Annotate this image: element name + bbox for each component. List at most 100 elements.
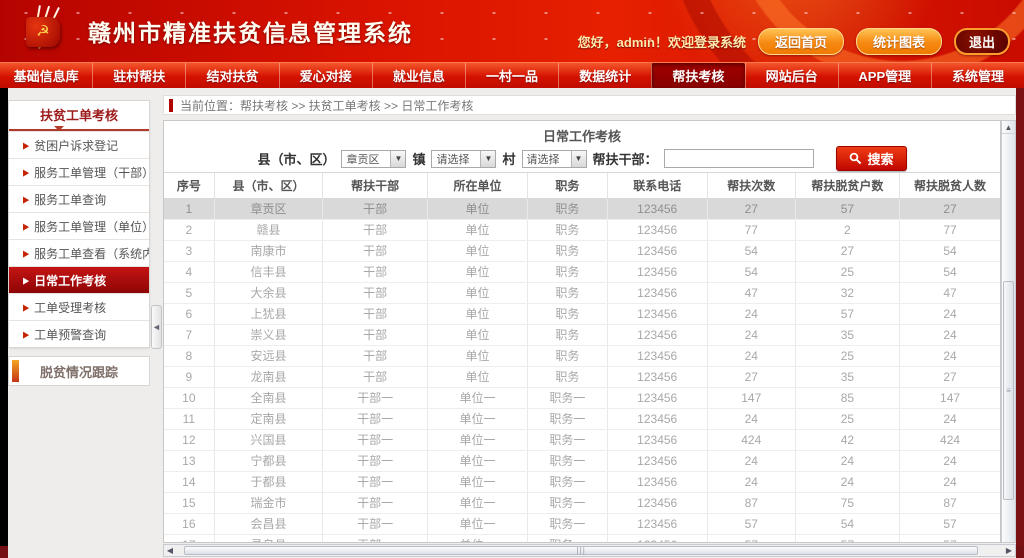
table-cell: 职务: [528, 261, 607, 282]
cadre-input[interactable]: [664, 149, 814, 168]
table-cell: 47: [707, 282, 795, 303]
table-row[interactable]: 2赣县干部单位职务12345677277: [164, 219, 1000, 240]
sidebar-item[interactable]: ▶ 贫困户诉求登记: [9, 131, 149, 158]
table-cell: 54: [795, 513, 900, 534]
table-cell: 24: [795, 471, 900, 492]
home-button[interactable]: 返回首页: [758, 28, 844, 55]
nav-tab[interactable]: 就业信息: [372, 63, 465, 88]
vertical-scrollbar[interactable]: ▲ ≡: [1001, 120, 1016, 543]
table-cell: 职务: [528, 303, 607, 324]
table-cell: 17: [164, 534, 214, 542]
nav-tab[interactable]: 网站后台: [745, 63, 838, 88]
table-row[interactable]: 4信丰县干部单位职务123456542554: [164, 261, 1000, 282]
table-cell: 干部: [323, 282, 428, 303]
table-row[interactable]: 1章贡区干部单位职务123456275727: [164, 198, 1000, 219]
nav-tab[interactable]: APP管理: [838, 63, 931, 88]
table-cell: 单位一: [427, 471, 527, 492]
table-row[interactable]: 17寻乌县干部一单位一职务一123456575757: [164, 534, 1000, 542]
triangle-bullet-icon: ▶: [23, 302, 29, 312]
table-cell: 单位一: [427, 534, 527, 542]
table-cell: 单位一: [427, 513, 527, 534]
nav-tab[interactable]: 基础信息库: [0, 63, 92, 88]
table-cell: 123456: [607, 219, 707, 240]
nav-tab-label: 就业信息: [393, 66, 445, 85]
table-cell: 54: [707, 261, 795, 282]
sidebar-section-tracking[interactable]: 脱贫情况跟踪: [8, 356, 150, 386]
table-container: 序号县（市、区）帮扶干部所在单位职务联系电话帮扶次数帮扶脱贫户数帮扶脱贫人数 1…: [164, 172, 1000, 542]
table-row[interactable]: 9龙南县干部单位职务123456273527: [164, 366, 1000, 387]
table-row[interactable]: 14于都县干部一单位一职务一123456242424: [164, 471, 1000, 492]
search-button[interactable]: 搜索: [836, 146, 907, 171]
nav-tab[interactable]: 系统管理: [931, 63, 1024, 88]
table-cell: 57: [707, 534, 795, 542]
table-cell: 123456: [607, 387, 707, 408]
horizontal-scrollbar[interactable]: ◀ ||| ▶: [163, 544, 1016, 557]
nav-tab[interactable]: 数据统计: [558, 63, 651, 88]
nav-tab-label: 数据统计: [579, 66, 631, 85]
table-cell: 职务: [528, 198, 607, 219]
table-cell: 424: [900, 429, 1000, 450]
sidebar-item[interactable]: ▶ 服务工单管理（单位）: [9, 212, 149, 239]
town-select[interactable]: 请选择 ▼: [431, 150, 496, 168]
horizontal-scrollbar-thumb[interactable]: |||: [184, 546, 978, 555]
sidebar-item[interactable]: ▶ 日常工作考核: [9, 266, 149, 293]
table-cell: 南康市: [214, 240, 323, 261]
column-header: 序号: [164, 173, 214, 198]
table-row[interactable]: 10全南县干部一单位一职务一12345614785147: [164, 387, 1000, 408]
table-cell: 25: [795, 408, 900, 429]
horizontal-scroll-track[interactable]: |||: [176, 545, 1003, 556]
table-cell: 2: [795, 219, 900, 240]
table-row[interactable]: 11定南县干部一单位一职务一123456242524: [164, 408, 1000, 429]
sidebar-item[interactable]: ▶ 工单受理考核: [9, 293, 149, 320]
county-select-value: 章贡区: [346, 151, 390, 167]
nav-tab[interactable]: 一村一品: [465, 63, 558, 88]
table-cell: 干部一: [323, 513, 428, 534]
sidebar-item[interactable]: ▶ 工单预警查询: [9, 320, 149, 347]
nav-tab[interactable]: 驻村帮扶: [92, 63, 185, 88]
nav-tab[interactable]: 帮扶考核: [651, 63, 744, 88]
sidebar-section-title: 扶贫工单考核: [9, 101, 149, 131]
village-select[interactable]: 请选择 ▼: [522, 150, 587, 168]
table-cell: 单位一: [427, 387, 527, 408]
scroll-right-icon[interactable]: ▶: [1003, 546, 1015, 555]
table-cell: 25: [795, 345, 900, 366]
nav-tab-label: 基础信息库: [14, 66, 79, 85]
table-cell: 干部: [323, 324, 428, 345]
nav-tab[interactable]: 爱心对接: [279, 63, 372, 88]
sidebar-item[interactable]: ▶ 服务工单查询: [9, 185, 149, 212]
breadcrumb: 当前位置：帮扶考核 >> 扶贫工单考核 >> 日常工作考核: [163, 95, 1016, 115]
table-cell: 57: [795, 534, 900, 542]
sidebar-item[interactable]: ▶ 服务工单管理（干部）: [9, 158, 149, 185]
table-row[interactable]: 8安远县干部单位职务123456242524: [164, 345, 1000, 366]
vertical-scrollbar-thumb[interactable]: ≡: [1003, 281, 1014, 500]
table-row[interactable]: 6上犹县干部单位职务123456245724: [164, 303, 1000, 324]
table-row[interactable]: 5大余县干部单位职务123456473247: [164, 282, 1000, 303]
table-row[interactable]: 15瑞金市干部一单位一职务一123456877587: [164, 492, 1000, 513]
table-cell: 安远县: [214, 345, 323, 366]
table-row[interactable]: 16会昌县干部一单位一职务一123456575457: [164, 513, 1000, 534]
table-cell: 单位: [427, 303, 527, 324]
table-cell: 干部: [323, 240, 428, 261]
sidebar-item[interactable]: ▶ 服务工单查看（系统内: [9, 239, 149, 266]
table-row[interactable]: 12兴国县干部一单位一职务一12345642442424: [164, 429, 1000, 450]
table-row[interactable]: 3南康市干部单位职务123456542754: [164, 240, 1000, 261]
scroll-up-icon[interactable]: ▲: [1002, 121, 1015, 134]
charts-button[interactable]: 统计图表: [856, 28, 942, 55]
search-icon: [849, 152, 862, 165]
nav-tab-label: 帮扶考核: [672, 66, 724, 85]
nav-tab[interactable]: 结对扶贫: [185, 63, 278, 88]
table-cell: 单位一: [427, 408, 527, 429]
table-cell: 24: [900, 303, 1000, 324]
table-row[interactable]: 7崇义县干部单位职务123456243524: [164, 324, 1000, 345]
table-cell: 57: [900, 513, 1000, 534]
county-select[interactable]: 章贡区 ▼: [341, 150, 406, 168]
table-cell: 11: [164, 408, 214, 429]
table-cell: 77: [900, 219, 1000, 240]
scroll-left-icon[interactable]: ◀: [164, 546, 176, 555]
logout-button[interactable]: 退出: [954, 28, 1010, 55]
table-cell: 424: [707, 429, 795, 450]
nav-tab-label: 驻村帮扶: [113, 66, 165, 85]
sidebar-collapse-button[interactable]: ◄: [151, 305, 162, 349]
table-row[interactable]: 13宁都县干部一单位一职务一123456242424: [164, 450, 1000, 471]
column-header: 所在单位: [427, 173, 527, 198]
